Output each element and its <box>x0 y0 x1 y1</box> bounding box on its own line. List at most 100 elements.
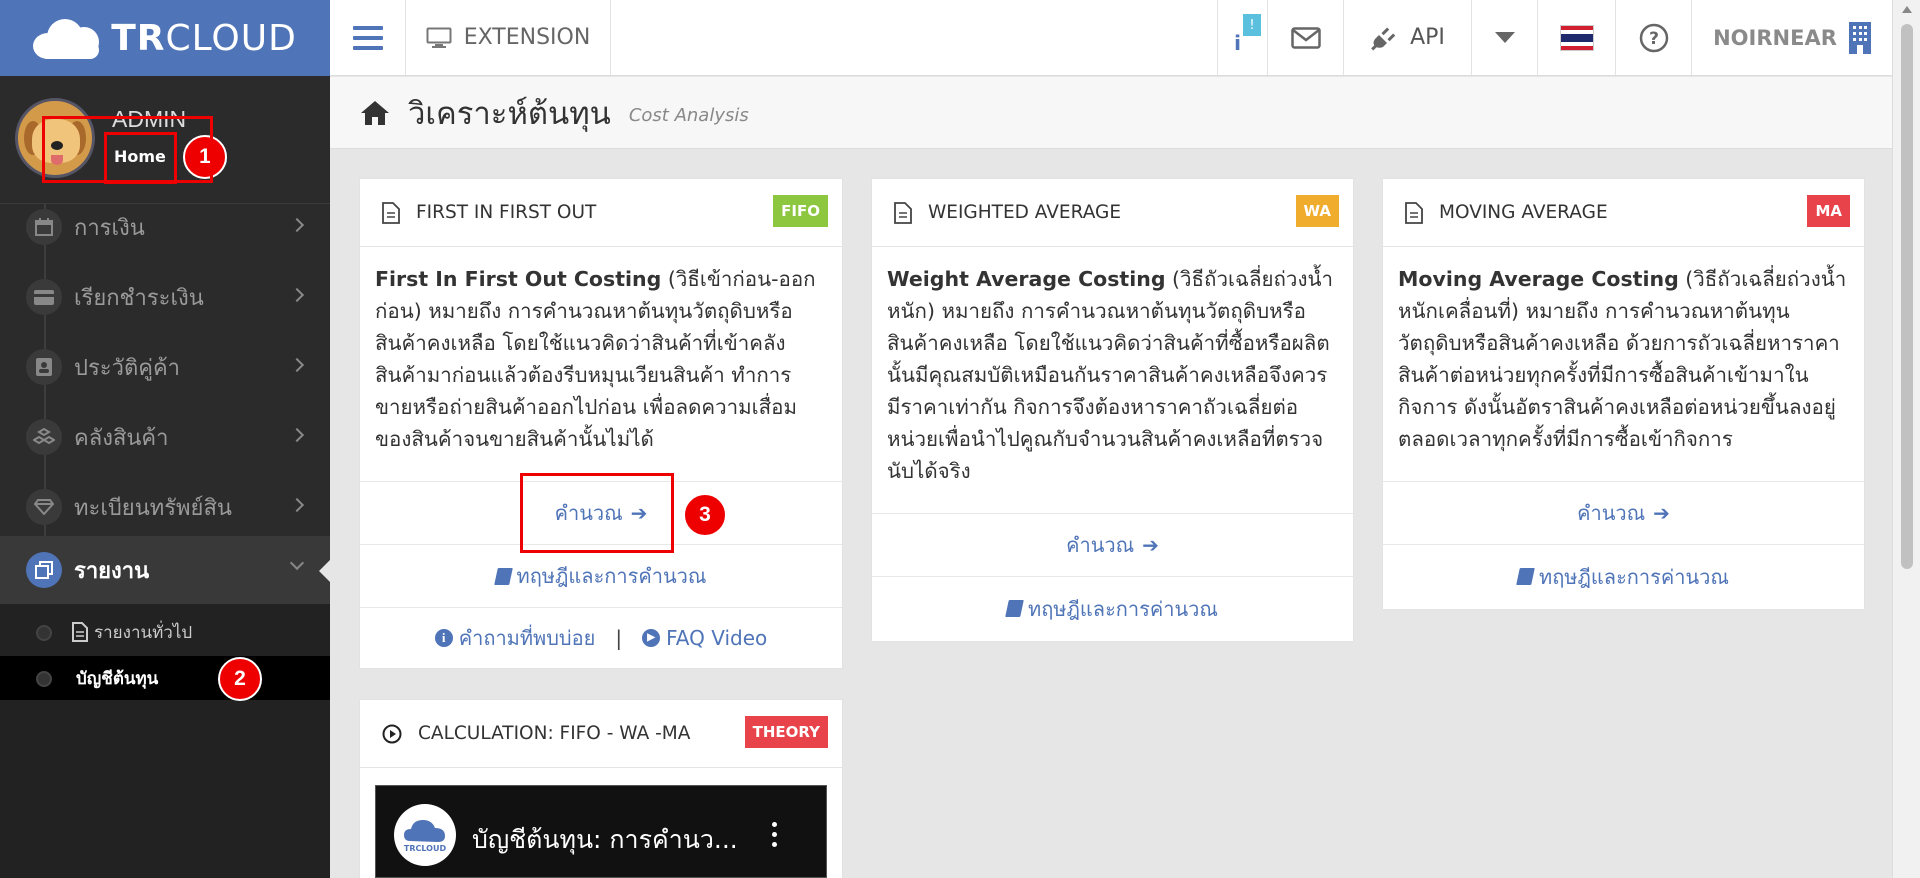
page-scrollbar[interactable] <box>1892 0 1920 878</box>
book-icon <box>1516 568 1535 585</box>
language-selector[interactable] <box>1538 0 1616 75</box>
info-icon: i <box>1234 30 1241 55</box>
link-separator: | <box>615 626 623 650</box>
video-title: บัญชีต้นทุน: การคำนว... <box>472 825 738 854</box>
notification-button[interactable]: i ! <box>1218 0 1268 75</box>
method-description: (วิธีเข้าก่อน-ออกก่อน) หมายถึง การคำนวณห… <box>375 267 816 451</box>
faq-video-link[interactable]: ▶ FAQ Video <box>642 626 767 650</box>
contact-icon <box>26 349 62 385</box>
credit-card-icon <box>26 279 62 315</box>
diamond-icon <box>26 489 62 525</box>
wa-badge: WA <box>1295 195 1339 227</box>
thai-flag-icon <box>1559 24 1594 51</box>
topbar-spacer <box>611 0 1218 75</box>
book-icon <box>1005 600 1024 617</box>
ma-badge: MA <box>1807 195 1850 227</box>
wa-card: WEIGHTED AVERAGE WA Weight Average Costi… <box>871 178 1354 642</box>
sidebar-item-label: รายงาน <box>74 558 150 584</box>
calculate-row: คำนวณ ➔ <box>1383 482 1864 545</box>
ma-card: MOVING AVERAGE MA Moving Average Costing… <box>1382 178 1865 610</box>
theory-label: ทฤษฎีและการคำนวณ <box>516 564 707 588</box>
card-title: FIRST IN FIRST OUT <box>416 202 597 223</box>
sidebar-item-warehouse[interactable]: คลังสินค้า <box>0 402 330 472</box>
theory-label: ทฤษฎีและการค่านวณ <box>1539 564 1729 589</box>
submenu-label: บัญชีต้นทุน <box>76 668 159 689</box>
theory-badge: THEORY <box>744 716 828 748</box>
faq-link[interactable]: i คำถามที่พบบ่อย <box>434 622 596 654</box>
chevron-right-icon <box>289 217 305 233</box>
method-name: Weight Average Costing <box>887 267 1166 291</box>
sidebar-item-contacts[interactable]: ประวัติคู่ค้า <box>0 332 330 402</box>
chevron-right-icon <box>289 287 305 303</box>
method-name: Moving Average Costing <box>1398 267 1679 291</box>
card-header: MOVING AVERAGE MA <box>1383 179 1864 247</box>
arrow-right-icon: ➔ <box>1653 501 1670 525</box>
theory-row: ทฤษฎีและการค่านวณ <box>872 577 1353 640</box>
submenu-dot <box>36 625 52 641</box>
method-name: First In First Out Costing <box>375 267 662 291</box>
mail-button[interactable] <box>1268 0 1344 75</box>
theory-link[interactable]: ทฤษฎีและการค่านวณ <box>1516 561 1729 593</box>
home-icon[interactable] <box>360 100 390 126</box>
card-title: CALCULATION: FIFO - WA -MA <box>418 723 691 744</box>
sidebar: ADMIN Home ng 1 การเงิน เรียกชำระเงิน ปร… <box>0 76 330 878</box>
card-header: WEIGHTED AVERAGE WA <box>872 179 1353 247</box>
theory-link[interactable]: ทฤษฎีและการค่านวณ <box>1005 593 1218 625</box>
extension-label: EXTENSION <box>463 25 591 50</box>
document-icon <box>894 201 912 224</box>
card-title: MOVING AVERAGE <box>1439 202 1608 223</box>
sidebar-item-label: ทะเบียนทรัพย์สิน <box>74 495 232 521</box>
dropdown-button[interactable] <box>1472 0 1538 75</box>
more-vertical-icon[interactable] <box>772 822 778 847</box>
sidebar-item-assets[interactable]: ทะเบียนทรัพย์สิน <box>0 472 330 542</box>
calculate-link[interactable]: คำนวณ ➔ <box>1577 497 1670 529</box>
video-player[interactable]: TRCLOUD บัญชีต้นทุน: การคำนว... <box>375 785 827 878</box>
page-subtitle: Cost Analysis <box>628 105 749 126</box>
faq-label: คำถามที่พบบ่อย <box>458 626 596 650</box>
plug-icon <box>1371 26 1396 51</box>
scrollbar-thumb[interactable] <box>1901 24 1913 569</box>
company-button[interactable]: NOIRNEAR <box>1692 0 1892 75</box>
theory-link[interactable]: ทฤษฎีและการคำนวณ <box>493 560 707 592</box>
faq-video-label: FAQ Video <box>666 626 768 650</box>
calculate-link[interactable]: คำนวณ ➔ <box>1066 529 1159 561</box>
annotation-marker-2: 2 <box>218 657 262 701</box>
active-indicator <box>319 560 330 582</box>
theory-row: ทฤษฎีและการคำนวณ <box>360 545 842 608</box>
document-icon <box>1405 201 1423 224</box>
notification-badge: ! <box>1243 14 1261 36</box>
reports-submenu: รายงานทั่วไป บัญชีต้นทุน <box>0 116 330 878</box>
svg-text:?: ? <box>1649 29 1659 49</box>
api-button[interactable]: API <box>1344 0 1472 75</box>
theory-label: ทฤษฎีและการค่านวณ <box>1028 596 1218 621</box>
submenu-item-general-report[interactable]: รายงานทั่วไป <box>0 610 330 654</box>
sidebar-item-label: การเงิน <box>74 215 145 241</box>
brand-logo[interactable]: TRCLOUD <box>0 0 330 76</box>
cloud-icon: TRCLOUD <box>404 820 447 853</box>
card-header: FIRST IN FIRST OUT FIFO <box>360 179 842 247</box>
info-circle-icon: i <box>434 629 453 647</box>
chevron-right-icon <box>289 427 305 443</box>
submenu-item-cost-accounting[interactable]: บัญชีต้นทุน <box>0 656 330 700</box>
method-description: (วิธีถัวเฉลี่ยถ่วงน้ำหนักเคลื่อนที่) หมา… <box>1398 267 1847 451</box>
chevron-right-icon <box>289 497 305 513</box>
card-description: Moving Average Costing (วิธีถัวเฉลี่ยถ่ว… <box>1383 247 1864 482</box>
scroll-up-icon[interactable] <box>1902 6 1912 13</box>
faq-row: i คำถามที่พบบ่อย | ▶ FAQ Video <box>360 608 842 668</box>
sidebar-item-billing[interactable]: เรียกชำระเงิน <box>0 262 330 332</box>
theory-row: ทฤษฎีและการค่านวณ <box>1383 545 1864 608</box>
building-icon <box>1848 21 1871 54</box>
card-title: WEIGHTED AVERAGE <box>928 202 1122 223</box>
sidebar-item-reports[interactable]: รายงาน <box>0 536 330 604</box>
menu-toggle-button[interactable] <box>330 0 406 75</box>
calculate-label: คำนวณ <box>1066 533 1135 557</box>
page-title: วิเคราะห์ต้นทุน <box>408 95 611 132</box>
card-description: First In First Out Costing (วิธีเข้าก่อน… <box>360 247 842 482</box>
caret-down-icon <box>1494 31 1515 43</box>
extension-button[interactable]: EXTENSION <box>406 0 611 75</box>
svg-text:TRCLOUD: TRCLOUD <box>404 844 447 853</box>
sidebar-item-label: เรียกชำระเงิน <box>74 285 204 311</box>
calculate-label: คำนวณ <box>1577 501 1646 525</box>
help-button[interactable]: ? <box>1616 0 1692 75</box>
sidebar-item-finance[interactable]: การเงิน <box>0 192 330 262</box>
